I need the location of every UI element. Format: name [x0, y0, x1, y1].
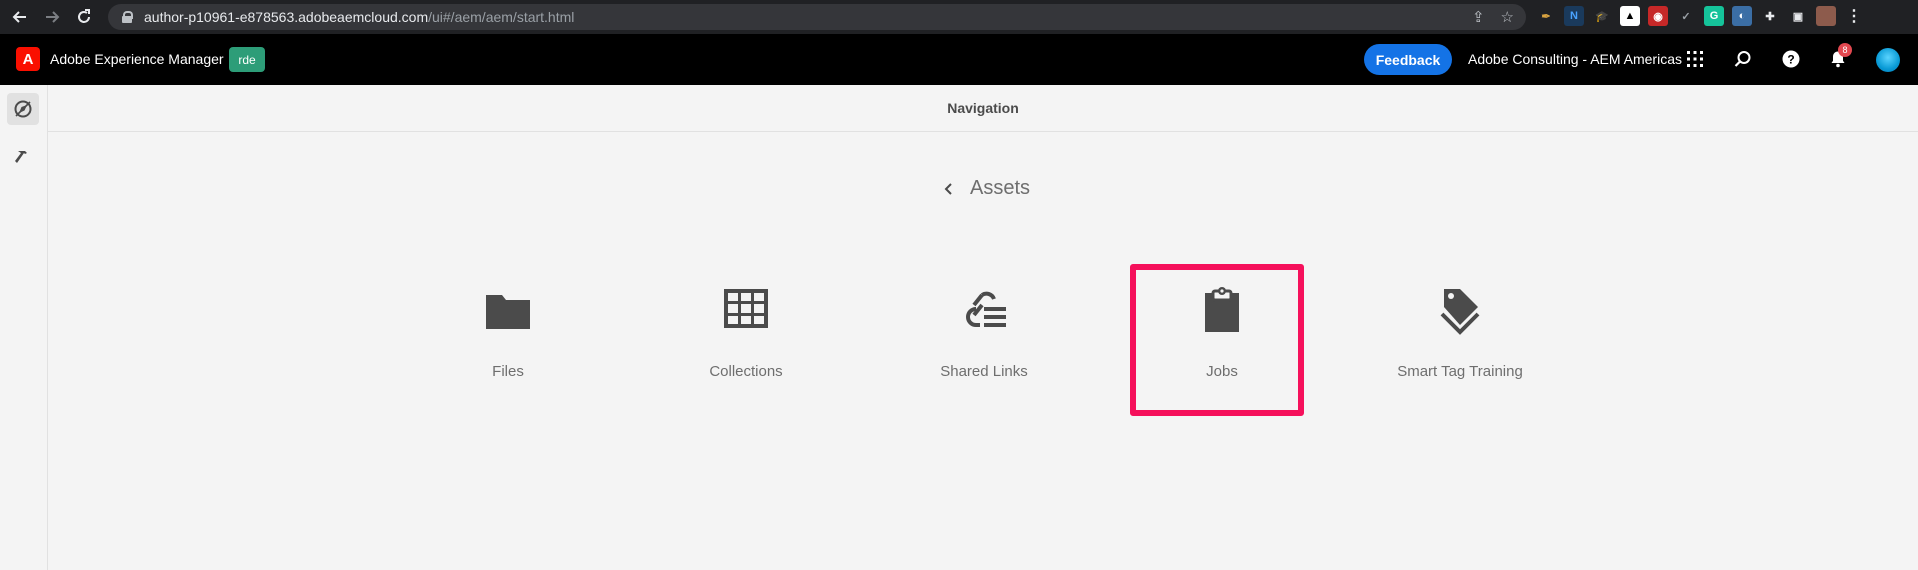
url-path: /ui#/aem/aem/start.html [428, 9, 575, 25]
address-bar[interactable]: author-p10961-e878563.adobeaemcloud.com /… [108, 4, 1526, 30]
aem-header: A Adobe Experience Manager rde Feedback … [0, 34, 1918, 85]
extension-globe-icon[interactable]: ◐ [1732, 6, 1752, 26]
main-content: Navigation Assets Files Collections Shar… [48, 85, 1918, 570]
notifications-bell-icon[interactable]: 8 [1826, 43, 1852, 71]
extension-triangle-icon[interactable]: ▲ [1620, 6, 1640, 26]
forward-arrow-icon [46, 11, 60, 23]
extension-n-icon[interactable]: N [1564, 6, 1584, 26]
search-icon[interactable] [1731, 47, 1755, 71]
compass-icon [14, 100, 32, 118]
extensions-bar: ✒ N 🎓 ▲ ◉ ✓ G ◐ ✚ ▣ ⋮ [1536, 6, 1864, 26]
reload-button[interactable] [73, 6, 95, 28]
nav-card-label: Collections [709, 363, 783, 380]
nav-card-label: Files [492, 363, 524, 380]
nav-card-label: Shared Links [940, 363, 1028, 380]
hammer-icon [15, 151, 27, 163]
page-title: Navigation [947, 100, 1019, 116]
tag-icon [1436, 287, 1484, 335]
breadcrumb-label: Assets [970, 177, 1031, 199]
profile-avatar[interactable] [1816, 6, 1836, 26]
svg-text:?: ? [1787, 53, 1794, 67]
bookmark-star-icon[interactable]: ☆ [1501, 8, 1514, 26]
notification-count-badge: 8 [1838, 43, 1852, 57]
back-button[interactable] [9, 6, 31, 28]
tools-rail-button[interactable] [7, 141, 39, 173]
extension-check-icon[interactable]: ✓ [1676, 6, 1696, 26]
adobe-logo-icon[interactable]: A [16, 47, 40, 71]
lock-icon [122, 11, 133, 23]
reload-icon [78, 9, 90, 23]
extension-pen-icon[interactable]: ✒ [1536, 6, 1556, 26]
user-avatar[interactable] [1876, 48, 1900, 72]
url-host: author-p10961-e878563.adobeaemcloud.com [144, 9, 429, 25]
nav-card-label: Smart Tag Training [1397, 363, 1523, 380]
environment-badge: rde [229, 47, 265, 72]
nav-card-shared-links[interactable]: Shared Links [904, 267, 1064, 397]
extension-cap-icon[interactable]: 🎓 [1592, 6, 1612, 26]
help-icon[interactable]: ? [1779, 47, 1803, 71]
forward-button[interactable] [41, 6, 63, 28]
back-arrow-icon [12, 11, 26, 23]
feedback-button[interactable]: Feedback [1364, 44, 1452, 75]
chevron-left-icon [944, 182, 952, 195]
side-panel-icon[interactable]: ▣ [1788, 6, 1808, 26]
grid-icon [722, 287, 770, 335]
extensions-puzzle-icon[interactable]: ✚ [1760, 6, 1780, 26]
org-switcher[interactable]: Adobe Consulting - AEM Americas [1468, 51, 1682, 67]
product-name[interactable]: Adobe Experience Manager [50, 51, 224, 67]
nav-card-smart-tag-training[interactable]: Smart Tag Training [1380, 267, 1540, 397]
browser-toolbar: author-p10961-e878563.adobeaemcloud.com /… [0, 0, 1918, 34]
extension-red-icon[interactable]: ◉ [1648, 6, 1668, 26]
extension-grammarly-icon[interactable]: G [1704, 6, 1724, 26]
left-rail [0, 85, 48, 570]
nav-card-files[interactable]: Files [428, 267, 588, 397]
browser-menu-icon[interactable]: ⋮ [1844, 6, 1864, 26]
share-icon[interactable]: ⇪ [1472, 8, 1485, 26]
folder-icon [484, 287, 532, 335]
title-bar: Navigation [48, 85, 1918, 132]
breadcrumb-back[interactable]: Assets [944, 177, 1030, 200]
solutions-grid-icon[interactable] [1683, 47, 1707, 71]
link-list-icon [960, 287, 1008, 335]
highlight-annotation [1130, 264, 1304, 416]
navigation-rail-button[interactable] [7, 93, 39, 125]
nav-card-collections[interactable]: Collections [666, 267, 826, 397]
